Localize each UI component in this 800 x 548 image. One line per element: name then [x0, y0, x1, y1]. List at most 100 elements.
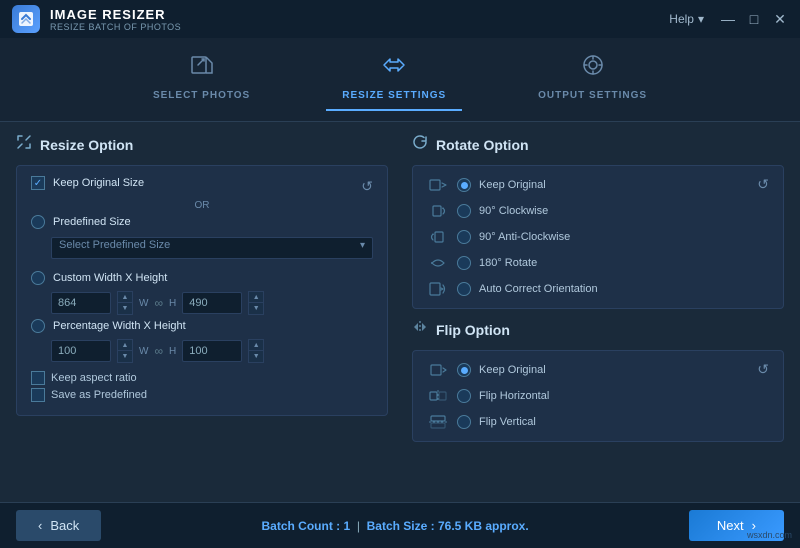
rotate-180-row: 180° Rotate: [427, 254, 757, 272]
predefined-size-radio[interactable]: [31, 215, 45, 229]
next-chevron-icon: ›: [752, 518, 756, 533]
resize-reset-button[interactable]: ↺: [361, 178, 373, 195]
resize-settings-icon: [381, 52, 407, 84]
rotate-180-icon: [427, 254, 449, 272]
p-height-spin-down[interactable]: ▼: [249, 351, 263, 362]
rotate-keep-original-row: Keep Original: [427, 176, 757, 194]
main-content: Resize Option Keep Original Size ↺ OR Pr…: [0, 122, 800, 502]
predefined-size-select-container: ▾ Select Predefined Size: [31, 235, 373, 265]
percentage-size-inputs: ▲ ▼ W ∞ H ▲ ▼: [51, 339, 373, 363]
keep-aspect-ratio-checkbox[interactable]: [31, 371, 45, 385]
rotate-anticlockwise90-icon: [427, 228, 449, 246]
help-button[interactable]: Help ▾: [669, 12, 704, 26]
flip-horizontal-icon: [427, 387, 449, 405]
p-width-spin: ▲ ▼: [117, 339, 133, 363]
predefined-size-select[interactable]: [51, 237, 373, 259]
title-bar-right: Help ▾ — □ ✕: [669, 11, 788, 28]
keep-aspect-ratio-row: Keep aspect ratio: [31, 371, 373, 385]
close-button[interactable]: ✕: [772, 11, 788, 28]
custom-size-row: Custom Width X Height: [31, 271, 373, 285]
save-as-predefined-checkbox[interactable]: [31, 388, 45, 402]
rotate-options-list: Keep Original 90° Clockwise: [427, 176, 757, 298]
left-panel: Resize Option Keep Original Size ↺ OR Pr…: [16, 134, 404, 490]
window-controls: — □ ✕: [720, 11, 788, 28]
app-title: IMAGE RESIZER: [50, 7, 181, 22]
resize-option-box: Keep Original Size ↺ OR Predefined Size …: [16, 165, 388, 416]
tab-select-photos-label: SELECT PHOTOS: [153, 90, 250, 101]
rotate-180-radio[interactable]: [457, 256, 471, 270]
tab-select-photos[interactable]: SELECT PHOTOS: [137, 48, 266, 111]
rotate-reset-button[interactable]: ↺: [757, 176, 769, 193]
predefined-select-wrapper: ▾ Select Predefined Size: [51, 235, 373, 265]
p-height-input[interactable]: [182, 340, 242, 362]
rotate-clockwise90-icon: [427, 202, 449, 220]
back-chevron-icon: ‹: [38, 518, 42, 533]
flip-option-box: Keep Original Flip Horizontal: [412, 350, 784, 442]
flip-vertical-row: Flip Vertical: [427, 413, 757, 431]
or-divider: OR: [31, 200, 373, 211]
title-bar-left: IMAGE RESIZER RESIZE BATCH OF PHOTOS: [12, 5, 181, 33]
app-icon: [12, 5, 40, 33]
save-as-predefined-row: Save as Predefined: [31, 388, 373, 402]
footer-info: Batch Count : 1 | Batch Size : 76.5 KB a…: [261, 519, 528, 533]
height-spin: ▲ ▼: [248, 291, 264, 315]
rotate-anticlockwise90-row: 90° Anti-Clockwise: [427, 228, 757, 246]
flip-horizontal-row: Flip Horizontal: [427, 387, 757, 405]
flip-vertical-icon: [427, 413, 449, 431]
rotate-keep-original-radio[interactable]: [457, 178, 471, 192]
app-subtitle: RESIZE BATCH OF PHOTOS: [50, 22, 181, 32]
tab-output-settings[interactable]: OUTPUT SETTINGS: [522, 48, 663, 111]
tab-output-settings-label: OUTPUT SETTINGS: [538, 90, 647, 101]
minimize-button[interactable]: —: [720, 11, 736, 28]
rotate-autocorrect-icon: [427, 280, 449, 298]
rotate-autocorrect-radio[interactable]: [457, 282, 471, 296]
rotate-clockwise90-row: 90° Clockwise: [427, 202, 757, 220]
rotate-option-box: Keep Original 90° Clockwise: [412, 165, 784, 309]
flip-reset-button[interactable]: ↺: [757, 361, 769, 378]
select-photos-icon: [189, 52, 215, 84]
rotate-keep-original-icon: [427, 176, 449, 194]
rotate-autocorrect-row: Auto Correct Orientation: [427, 280, 757, 298]
p-height-spin: ▲ ▼: [248, 339, 264, 363]
predefined-size-row: Predefined Size: [31, 215, 373, 229]
flip-keep-original-radio[interactable]: [457, 363, 471, 377]
tab-resize-settings[interactable]: RESIZE SETTINGS: [326, 48, 462, 111]
custom-size-inputs: ▲ ▼ W ∞ H ▲ ▼: [51, 291, 373, 315]
p-height-spin-up[interactable]: ▲: [249, 340, 263, 351]
flip-option-icon: [412, 319, 428, 340]
infinity-icon: ∞: [154, 296, 163, 310]
flip-vertical-radio[interactable]: [457, 415, 471, 429]
custom-size-radio[interactable]: [31, 271, 45, 285]
flip-keep-original-icon: [427, 361, 449, 379]
width-spin-down[interactable]: ▼: [118, 303, 132, 314]
height-spin-down[interactable]: ▼: [249, 303, 263, 314]
width-input[interactable]: [51, 292, 111, 314]
rotate-option-icon: [412, 134, 428, 155]
maximize-button[interactable]: □: [746, 11, 762, 28]
width-spin-up[interactable]: ▲: [118, 292, 132, 303]
p-width-spin-up[interactable]: ▲: [118, 340, 132, 351]
extra-checkboxes: Keep aspect ratio Save as Predefined: [31, 371, 373, 402]
p-width-spin-down[interactable]: ▼: [118, 351, 132, 362]
resize-option-title: Resize Option: [16, 134, 388, 155]
resize-option-icon: [16, 134, 32, 155]
keep-original-size-row: Keep Original Size: [31, 176, 144, 190]
keep-original-size-checkbox[interactable]: [31, 176, 45, 190]
title-bar: IMAGE RESIZER RESIZE BATCH OF PHOTOS Hel…: [0, 0, 800, 38]
back-button[interactable]: ‹ Back: [16, 510, 101, 541]
footer: ‹ Back Batch Count : 1 | Batch Size : 76…: [0, 502, 800, 548]
infinity-icon-2: ∞: [154, 344, 163, 358]
height-input[interactable]: [182, 292, 242, 314]
flip-horizontal-radio[interactable]: [457, 389, 471, 403]
rotate-anticlockwise90-radio[interactable]: [457, 230, 471, 244]
next-button[interactable]: Next ›: [689, 510, 784, 541]
height-spin-up[interactable]: ▲: [249, 292, 263, 303]
rotate-clockwise90-radio[interactable]: [457, 204, 471, 218]
flip-keep-original-row: Keep Original: [427, 361, 757, 379]
right-panel: Rotate Option Keep Original: [404, 134, 784, 490]
width-spin: ▲ ▼: [117, 291, 133, 315]
percentage-size-row: Percentage Width X Height: [31, 319, 373, 333]
flip-options-list: Keep Original Flip Horizontal: [427, 361, 757, 431]
percentage-size-radio[interactable]: [31, 319, 45, 333]
p-width-input[interactable]: [51, 340, 111, 362]
